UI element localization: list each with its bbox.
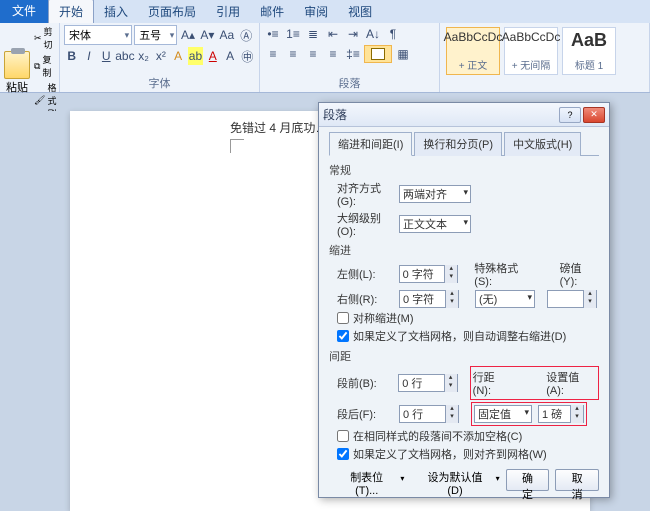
- by-spinner[interactable]: [547, 290, 597, 308]
- scissors-icon: ✂: [34, 33, 42, 44]
- set-at-spinner[interactable]: 1 磅: [538, 405, 584, 423]
- alignment-select[interactable]: 两端对齐: [399, 185, 471, 203]
- copy-icon: ⧉: [34, 61, 40, 72]
- indent-right-spinner[interactable]: 0 字符: [399, 290, 459, 308]
- increase-indent-button[interactable]: ⇥: [344, 25, 362, 43]
- indent-left-label: 左侧(L):: [337, 266, 393, 282]
- close-button[interactable]: ✕: [583, 107, 605, 123]
- space-after-spinner[interactable]: 0 行: [399, 405, 459, 423]
- special-select[interactable]: (无): [475, 290, 535, 308]
- font-group-label: 字体: [64, 74, 255, 92]
- indent-left-spinner[interactable]: 0 字符: [399, 265, 459, 283]
- space-after-label: 段后(F):: [337, 406, 393, 422]
- set-default-button[interactable]: 设为默认值(D): [410, 469, 499, 491]
- font-color-button[interactable]: A: [205, 47, 220, 65]
- margin-mark-icon: [230, 139, 244, 153]
- sort-button[interactable]: A↓: [364, 25, 382, 43]
- indent-right-label: 右侧(R):: [337, 291, 393, 307]
- line-spacing-label: 行距(N):: [473, 369, 513, 397]
- paragraph-dialog: 段落 ? ✕ 缩进和间距(I) 换行和分页(P) 中文版式(H) 常规 对齐方式…: [318, 102, 610, 498]
- paste-icon: [4, 51, 30, 79]
- superscript-button[interactable]: x²: [153, 47, 168, 65]
- set-at-label: 设置值(A):: [546, 369, 596, 397]
- multilevel-button[interactable]: ≣: [304, 25, 322, 43]
- copy-button[interactable]: ⧉复制: [34, 53, 56, 79]
- general-section-label: 常规: [329, 162, 599, 178]
- auto-adjust-checkbox[interactable]: [337, 330, 349, 342]
- tab-view[interactable]: 视图: [338, 0, 382, 23]
- change-case-button[interactable]: Aa: [218, 26, 235, 44]
- snap-grid-label: 如果定义了文档网格，则对齐到网格(W): [353, 446, 547, 462]
- snap-grid-checkbox[interactable]: [337, 448, 349, 460]
- align-right-button[interactable]: ≡: [304, 45, 322, 63]
- tab-insert[interactable]: 插入: [94, 0, 138, 23]
- char-border-button[interactable]: A: [222, 47, 237, 65]
- paste-button[interactable]: 粘贴: [4, 51, 30, 95]
- strike-button[interactable]: abc: [116, 47, 134, 65]
- special-label: 特殊格式(S):: [474, 260, 535, 288]
- brush-icon: 🖌: [34, 95, 45, 106]
- align-center-button[interactable]: ≡: [284, 45, 302, 63]
- grow-font-button[interactable]: A▴: [179, 26, 196, 44]
- italic-button[interactable]: I: [81, 47, 96, 65]
- subscript-button[interactable]: x₂: [136, 47, 151, 65]
- tab-review[interactable]: 审阅: [294, 0, 338, 23]
- paste-label: 粘贴: [6, 79, 28, 95]
- justify-button[interactable]: ≡: [324, 45, 342, 63]
- auto-adjust-label: 如果定义了文档网格，则自动调整右缩进(D): [353, 328, 566, 344]
- style-normal[interactable]: AaBbCcDc + 正文: [446, 27, 500, 75]
- paragraph-group-label: 段落: [264, 74, 435, 92]
- alignment-label: 对齐方式(G):: [337, 180, 393, 208]
- phonetic-button[interactable]: ㊥: [240, 47, 255, 65]
- indent-section-label: 缩进: [329, 242, 599, 258]
- font-size-combo[interactable]: 五号: [134, 25, 177, 45]
- shading-button[interactable]: [364, 45, 392, 63]
- align-left-button[interactable]: ≡: [264, 45, 282, 63]
- outline-select[interactable]: 正文文本: [399, 215, 471, 233]
- line-spacing-select[interactable]: 固定值: [474, 405, 532, 423]
- tab-file[interactable]: 文件: [0, 0, 48, 23]
- clear-format-button[interactable]: Ⓐ: [238, 26, 255, 44]
- outline-label: 大纲级别(O):: [337, 210, 393, 238]
- space-before-spinner[interactable]: 0 行: [398, 374, 457, 392]
- dialog-tab-indent[interactable]: 缩进和间距(I): [329, 132, 412, 156]
- dialog-tab-line-breaks[interactable]: 换行和分页(P): [414, 132, 502, 156]
- space-before-label: 段前(B):: [337, 375, 392, 391]
- tab-references[interactable]: 引用: [206, 0, 250, 23]
- text-effects-button[interactable]: A: [170, 47, 185, 65]
- tab-layout[interactable]: 页面布局: [138, 0, 206, 23]
- by-label: 磅值(Y):: [560, 260, 599, 288]
- decrease-indent-button[interactable]: ⇤: [324, 25, 342, 43]
- numbering-button[interactable]: 1≡: [284, 25, 302, 43]
- shading-icon: [371, 48, 385, 60]
- no-space-checkbox[interactable]: [337, 430, 349, 442]
- highlight-button[interactable]: ab: [188, 47, 203, 65]
- cancel-button[interactable]: 取消: [555, 469, 599, 491]
- bold-button[interactable]: B: [64, 47, 79, 65]
- style-heading1[interactable]: AaB 标题 1: [562, 27, 616, 75]
- tabs-button[interactable]: 制表位(T)...: [329, 469, 404, 491]
- style-no-spacing[interactable]: AaBbCcDc + 无间隔: [504, 27, 558, 75]
- mirror-indent-checkbox[interactable]: [337, 312, 349, 324]
- spacing-section-label: 间距: [329, 348, 599, 364]
- font-family-combo[interactable]: 宋体: [64, 25, 132, 45]
- ok-button[interactable]: 确定: [506, 469, 550, 491]
- underline-button[interactable]: U: [99, 47, 114, 65]
- document-text: 免错过 4 月底功…: [230, 119, 327, 136]
- mirror-indent-label: 对称缩进(M): [353, 310, 414, 326]
- cut-button[interactable]: ✂剪切: [34, 25, 56, 51]
- tab-home[interactable]: 开始: [48, 0, 94, 23]
- dialog-title: 段落: [323, 106, 559, 123]
- line-spacing-button[interactable]: ‡≡: [344, 45, 362, 63]
- show-marks-button[interactable]: ¶: [384, 25, 402, 43]
- dialog-tab-asian[interactable]: 中文版式(H): [504, 132, 581, 156]
- no-space-label: 在相同样式的段落间不添加空格(C): [353, 428, 522, 444]
- tab-mailings[interactable]: 邮件: [250, 0, 294, 23]
- help-button[interactable]: ?: [559, 107, 581, 123]
- borders-button[interactable]: ▦: [394, 45, 412, 63]
- shrink-font-button[interactable]: A▾: [199, 26, 216, 44]
- bullets-button[interactable]: •≡: [264, 25, 282, 43]
